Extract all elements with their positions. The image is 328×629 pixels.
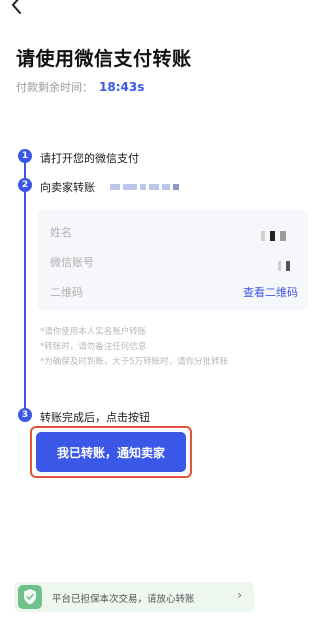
qr-code-label: 二维码 xyxy=(50,286,83,299)
name-label: 姓名 xyxy=(50,226,72,239)
step-2-label: 向卖家转账 xyxy=(40,181,95,194)
guarantee-banner[interactable]: 平台已担保本次交易，请放心转账 › xyxy=(14,582,254,612)
notify-seller-button[interactable]: 我已转账，通知卖家 xyxy=(36,432,186,472)
payment-timer: 付款剩余时间： 18:43s xyxy=(16,79,144,95)
note-split-payment: *为确保及时到账，大于5万转账时，请你分批转账 xyxy=(40,357,229,367)
payee-info-card: 姓名 微信账号 二维码 查看二维码 xyxy=(38,210,308,310)
step-2-badge: 2 xyxy=(18,178,32,192)
note-no-remark: *转账时，请勿备注任何信息 xyxy=(40,342,147,352)
masked-seller-name xyxy=(110,184,179,190)
step-3-badge: 3 xyxy=(18,408,32,422)
view-qr-code-link[interactable]: 查看二维码 xyxy=(243,284,298,300)
step-1-label: 请打开您的微信支付 xyxy=(40,152,139,165)
timer-label: 付款剩余时间： xyxy=(16,81,93,94)
timer-value: 18:43s xyxy=(99,80,145,94)
shield-check-icon xyxy=(18,585,42,609)
guarantee-text: 平台已担保本次交易，请放心转账 xyxy=(52,594,195,605)
back-button[interactable] xyxy=(6,0,28,16)
chevron-left-icon xyxy=(11,0,21,14)
step-track xyxy=(24,155,26,413)
note-real-name: *请你使用本人实名账户转账 xyxy=(40,327,147,337)
wechat-id-label: 微信账号 xyxy=(50,256,94,269)
step-3-label: 转账完成后，点击按钮 xyxy=(40,411,150,424)
step-1-badge: 1 xyxy=(18,149,32,163)
chevron-right-icon: › xyxy=(237,588,242,602)
page-title: 请使用微信支付转账 xyxy=(16,48,192,70)
masked-name-value xyxy=(260,226,286,245)
masked-wechat-id-value xyxy=(277,256,290,275)
